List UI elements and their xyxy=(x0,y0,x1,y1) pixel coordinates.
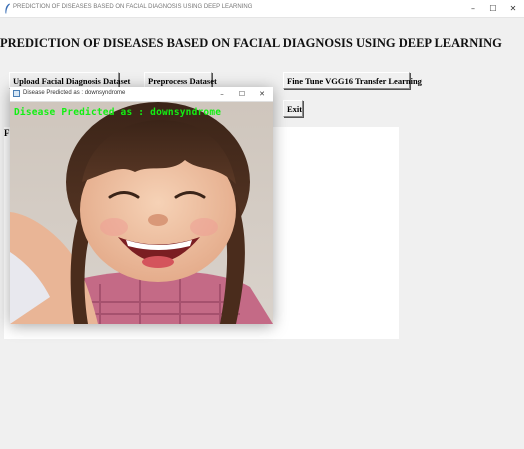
text-area-partial-text: F xyxy=(4,128,10,138)
prediction-popup-window[interactable]: Disease Predicted as : downsyndrome – ☐ … xyxy=(10,87,273,324)
popup-minimize-button[interactable]: – xyxy=(212,87,232,101)
prediction-image: Disease Predicted as : downsyndrome xyxy=(10,102,273,324)
fine-tune-vgg16-button[interactable]: Fine Tune VGG16 Transfer Learning xyxy=(283,72,422,89)
window-title: PREDICTION OF DISEASES BASED ON FACIAL D… xyxy=(13,4,253,10)
tk-feather-icon xyxy=(5,3,10,14)
image-window-icon xyxy=(13,90,20,97)
close-button[interactable]: ✕ xyxy=(502,0,524,17)
page-title: PREDICTION OF DISEASES BASED ON FACIAL D… xyxy=(0,36,502,50)
popup-titlebar[interactable]: Disease Predicted as : downsyndrome – ☐ … xyxy=(10,87,273,102)
prediction-overlay-text: Disease Predicted as : downsyndrome xyxy=(14,107,222,118)
popup-maximize-button[interactable]: ☐ xyxy=(232,87,252,101)
child-photo-illustration xyxy=(10,102,273,324)
window-titlebar[interactable]: PREDICTION OF DISEASES BASED ON FACIAL D… xyxy=(0,0,524,18)
popup-close-button[interactable]: ✕ xyxy=(252,87,272,101)
maximize-button[interactable]: ☐ xyxy=(482,0,504,17)
exit-button[interactable]: Exit xyxy=(283,100,303,117)
popup-title: Disease Predicted as : downsyndrome xyxy=(23,90,126,96)
minimize-button[interactable]: – xyxy=(462,0,484,17)
